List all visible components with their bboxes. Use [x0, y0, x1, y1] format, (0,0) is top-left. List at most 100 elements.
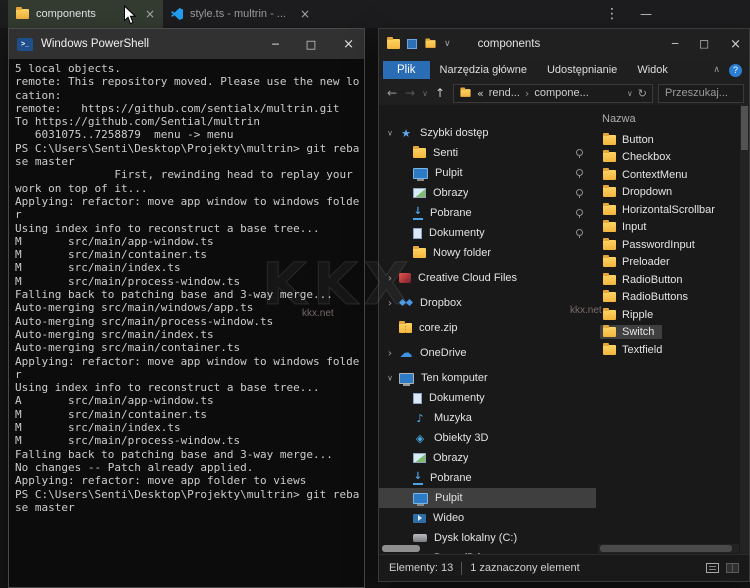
vertical-scrollbar[interactable] — [740, 105, 749, 554]
folder-icon — [603, 327, 616, 337]
terminal-line: 5 local objects. — [15, 62, 358, 75]
nav-item[interactable]: Pobrane — [379, 203, 596, 223]
minimize-button[interactable]: ─ — [272, 38, 279, 51]
file-row[interactable]: HorizontalScrollbar — [596, 201, 740, 219]
nav-item[interactable]: Pulpit — [379, 163, 596, 183]
file-horizontal-scrollbar-thumb[interactable] — [600, 545, 732, 552]
close-icon[interactable]: × — [300, 8, 310, 20]
file-row[interactable]: ContextMenu — [596, 166, 740, 184]
nav-horizontal-scrollbar-thumb[interactable] — [382, 545, 420, 552]
file-row[interactable]: Preloader — [596, 254, 740, 272]
close-button[interactable]: × — [343, 37, 354, 52]
vertical-scrollbar-thumb[interactable] — [741, 106, 748, 150]
terminal-line: First, rewinding head to replay your — [15, 168, 358, 181]
selection-count: 1 zaznaczony element — [470, 562, 579, 574]
pin-icon — [575, 148, 583, 158]
terminal-line: Applying: refactor: move app folder to v… — [15, 474, 358, 487]
terminal-line: Auto-merging src/main/process-window.ts — [15, 315, 358, 328]
close-icon[interactable]: × — [145, 8, 155, 20]
collapsed-crumbs[interactable]: « — [477, 87, 484, 100]
forward-icon[interactable]: → — [402, 86, 418, 100]
crumb-components[interactable]: compone... — [534, 87, 588, 99]
ribbon-tab[interactable]: Udostępnianie — [537, 61, 627, 79]
file-row[interactable]: Textfield — [596, 341, 740, 359]
refresh-icon[interactable]: ↻ — [638, 87, 647, 100]
file-row[interactable]: RadioButtons — [596, 289, 740, 307]
up-icon[interactable]: ↑ — [432, 86, 448, 100]
collapse-ribbon-icon[interactable]: ∧ — [713, 65, 720, 75]
file-row[interactable]: RadioButton — [596, 271, 740, 289]
ribbon-tab[interactable]: Narzędzia główne — [430, 61, 537, 79]
terminal-line: work on top of it... — [15, 182, 358, 195]
ribbon-tab[interactable]: Widok — [627, 61, 678, 79]
expander-icon[interactable] — [386, 374, 394, 383]
file-horizontal-scrollbar[interactable] — [598, 544, 739, 553]
nav-item[interactable]: Pulpit — [379, 488, 596, 508]
details-view-icon[interactable] — [706, 563, 719, 573]
nav-item-label: Senti — [433, 147, 458, 159]
expander-icon[interactable] — [386, 272, 394, 285]
terminal-line: remote: This repository moved. Please us… — [15, 75, 358, 88]
file-name: HorizontalScrollbar — [622, 204, 715, 216]
address-dropdown-icon[interactable]: ∨ — [627, 89, 633, 98]
status-bar: Elementy: 13 1 zaznaczony element — [379, 554, 749, 581]
nav-item[interactable]: Szybki dostęp — [379, 123, 596, 143]
nav-item[interactable]: core.zip — [379, 318, 596, 338]
nav-item[interactable]: Dokumenty — [379, 223, 596, 243]
search-input[interactable]: Przeszukaj... — [658, 84, 744, 103]
column-header-name[interactable]: Nazwa — [596, 107, 740, 131]
expander-icon[interactable] — [386, 129, 394, 138]
file-row[interactable]: Switch — [596, 324, 740, 342]
quick-access-new-folder-icon[interactable] — [425, 40, 435, 48]
nav-item[interactable]: Muzyka — [379, 408, 596, 428]
ribbon-file-button[interactable]: Plik — [383, 61, 430, 79]
back-icon[interactable]: ← — [384, 86, 400, 100]
app-tab[interactable]: components × — [8, 0, 163, 28]
nav-item[interactable]: Pobrane — [379, 468, 596, 488]
powershell-icon: >_ — [17, 38, 33, 51]
file-row[interactable]: Input — [596, 219, 740, 237]
file-name: Button — [622, 134, 654, 146]
powershell-titlebar[interactable]: >_ Windows PowerShell ─ □ × — [9, 29, 364, 59]
quick-access-properties-icon[interactable] — [407, 39, 417, 49]
nav-item[interactable]: Ten komputer — [379, 368, 596, 388]
expander-icon[interactable] — [386, 347, 394, 360]
nav-item[interactable]: Dokumenty — [379, 388, 596, 408]
minimize-button[interactable]: ─ — [672, 38, 678, 50]
terminal-output[interactable]: 5 local objects.remote: This repository … — [9, 59, 364, 517]
help-icon[interactable]: ? — [729, 64, 742, 77]
chevron-down-icon[interactable]: ∨ — [444, 39, 451, 49]
terminal-line: PS C:\Users\Senti\Desktop\Projekty\multr… — [15, 488, 358, 501]
nav-item[interactable]: OneDrive — [379, 343, 596, 363]
maximize-button[interactable]: □ — [699, 38, 709, 50]
history-dropdown-icon[interactable]: ∨ — [420, 89, 430, 98]
picture-icon — [413, 188, 426, 198]
file-row[interactable]: PasswordInput — [596, 236, 740, 254]
minimize-icon[interactable]: — — [635, 0, 657, 28]
menu-dots-icon[interactable]: ⋮ — [601, 0, 623, 28]
nav-item[interactable]: Nowy folder — [379, 243, 596, 263]
expander-icon[interactable] — [386, 297, 394, 310]
nav-item-label: Pobrane — [430, 207, 472, 219]
breadcrumb[interactable]: « rend... › compone... ∨ ↻ — [453, 84, 653, 103]
nav-item[interactable]: Obrazy — [379, 183, 596, 203]
nav-item[interactable]: Obrazy — [379, 448, 596, 468]
terminal-line: No changes -- Patch already applied. — [15, 461, 358, 474]
explorer-titlebar[interactable]: ∨ components ─ □ × — [379, 29, 749, 59]
file-row[interactable]: Dropdown — [596, 184, 740, 202]
nav-item[interactable]: Wideo — [379, 508, 596, 528]
close-button[interactable]: × — [730, 37, 741, 52]
maximize-button[interactable]: □ — [306, 38, 316, 51]
nav-item[interactable]: Creative Cloud Files — [379, 268, 596, 288]
terminal-line: Falling back to patching base and 3-way … — [15, 448, 358, 461]
thumbnails-view-icon[interactable] — [726, 563, 739, 573]
file-list: Nazwa Button Checkbox Context — [596, 105, 740, 554]
nav-item[interactable]: Obiekty 3D — [379, 428, 596, 448]
nav-item[interactable]: Dropbox — [379, 293, 596, 313]
file-row[interactable]: Ripple — [596, 306, 740, 324]
app-tab[interactable]: style.ts - multrin - ... × — [163, 0, 318, 28]
nav-item[interactable]: Senti — [379, 143, 596, 163]
file-row[interactable]: Checkbox — [596, 149, 740, 167]
crumb-renderer[interactable]: rend... — [489, 87, 520, 99]
file-row[interactable]: Button — [596, 131, 740, 149]
